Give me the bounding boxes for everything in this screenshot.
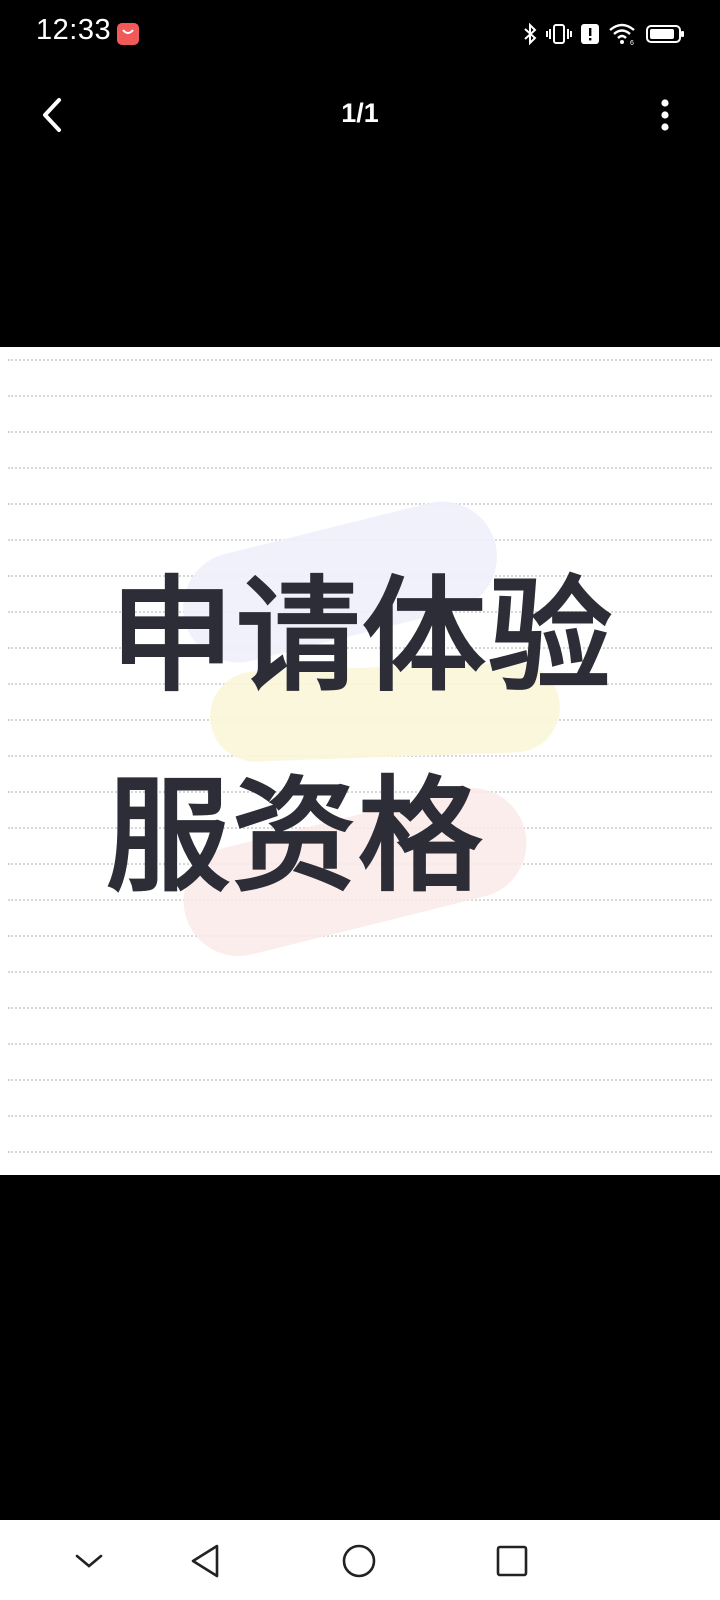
nav-home-button[interactable] — [334, 1536, 384, 1586]
dotted-line — [8, 935, 712, 937]
more-options-button[interactable] — [650, 90, 680, 140]
headline-line-2: 服资格 — [106, 765, 485, 909]
back-triangle-icon — [191, 1544, 219, 1578]
dotted-line — [8, 971, 712, 973]
displayed-image[interactable]: 申请体验 服资格 — [0, 347, 720, 1175]
photo-viewer-screen: 12:33 6 1/1 申请体验 服资格 — [0, 0, 720, 1600]
viewer-top-bar: 1/1 — [0, 68, 720, 164]
dotted-line — [8, 395, 712, 397]
dotted-line — [8, 1043, 712, 1045]
page-counter: 1/1 — [341, 98, 379, 128]
system-nav-bar — [0, 1520, 720, 1600]
status-time: 12:33 — [36, 14, 112, 46]
dotted-line — [8, 1079, 712, 1081]
dotted-line — [8, 1007, 712, 1009]
home-circle-icon — [342, 1544, 376, 1578]
vibrate-icon — [546, 22, 572, 46]
more-vertical-icon — [661, 99, 669, 131]
recents-square-icon — [496, 1545, 528, 1577]
nav-recents-button[interactable] — [487, 1536, 537, 1586]
alert-icon — [580, 22, 600, 46]
dotted-line — [8, 1115, 712, 1117]
status-bar: 12:33 6 — [0, 0, 720, 68]
dotted-line — [8, 503, 712, 505]
status-icons: 6 — [522, 20, 686, 48]
dotted-line — [8, 1151, 712, 1153]
chevron-down-icon — [75, 1554, 103, 1568]
notification-app-icon — [116, 22, 140, 46]
hide-nav-button[interactable] — [64, 1536, 114, 1586]
headline-line-1: 申请体验 — [110, 565, 615, 709]
svg-text:6: 6 — [630, 40, 634, 46]
bluetooth-icon — [522, 22, 538, 46]
dotted-line — [8, 467, 712, 469]
battery-icon — [646, 22, 686, 46]
nav-back-button[interactable] — [181, 1536, 231, 1586]
dotted-line — [8, 431, 712, 433]
dotted-line — [8, 359, 712, 361]
wifi-icon: 6 — [608, 22, 638, 46]
